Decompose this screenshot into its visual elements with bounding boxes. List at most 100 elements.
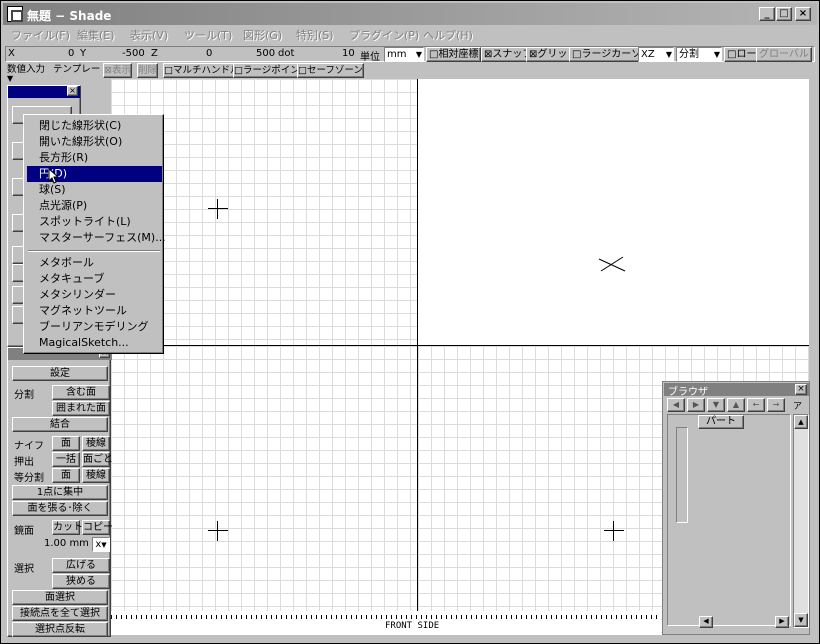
unit-select[interactable]: mm ▼ [384, 47, 424, 62]
menu-item-open-line[interactable]: 開いた線形状(O) [27, 134, 162, 150]
global-label: グローバル [759, 49, 809, 60]
scroll-left-icon[interactable]: ◀ [699, 616, 713, 628]
menu-item-magnet-tool[interactable]: マグネットツール [27, 303, 162, 319]
global-toggle[interactable]: グローバル [756, 47, 812, 62]
title-bar[interactable]: 無題 − Shade _ □ × [3, 3, 817, 25]
safe-zone-toggle[interactable]: □セーフゾーン [297, 63, 364, 78]
menu-item-closed-line[interactable]: 閉じた線形状(C) [27, 118, 162, 134]
shrink-selection-button[interactable]: 狭める [52, 574, 110, 589]
extrude-all-button[interactable]: 一括 [52, 452, 80, 467]
scroll-down-icon[interactable]: ▼ [794, 613, 808, 627]
close-button[interactable]: × [795, 7, 811, 21]
unit-select-value: mm [387, 49, 407, 60]
menu-edit[interactable]: 編集(E) [77, 27, 115, 43]
menu-item-master-surface[interactable]: マスターサーフェス(M)... [27, 230, 166, 246]
contains-face-button[interactable]: 含む面 [52, 385, 110, 400]
tool-palette-title-bar[interactable]: × [8, 86, 80, 98]
mirror-cut-button[interactable]: カット [52, 520, 83, 535]
menu-plugin[interactable]: プラグイン(P) [349, 27, 419, 43]
menu-item-metaball[interactable]: メタボール [27, 255, 162, 271]
menu-item-boolean-modeling[interactable]: ブーリアンモデリング [27, 319, 162, 335]
collapse-point-button[interactable]: 1点に集中 [12, 485, 108, 500]
menu-item-sphere[interactable]: 球(S) [27, 182, 162, 198]
delete-button[interactable]: 削除 [137, 63, 159, 78]
relative-coords-toggle[interactable]: □相対座標 [426, 47, 482, 62]
enclosed-face-button[interactable]: 囲まれた面 [52, 401, 110, 416]
ruler-ticks [111, 615, 661, 619]
mirror-value[interactable]: 1.00 mm [44, 538, 89, 549]
browser-scrollbar[interactable]: ▲ ▼ [793, 414, 809, 628]
menu-shape[interactable]: 図形(G) [243, 27, 282, 43]
viewport-divider-vertical[interactable] [417, 79, 418, 635]
part-button[interactable]: パート [698, 415, 744, 429]
x-value[interactable]: 0 [68, 48, 74, 59]
scroll-up-icon[interactable]: ▲ [794, 415, 808, 429]
template-button[interactable]: テンプレート [53, 63, 110, 76]
relative-coords-label: 相対座標 [438, 49, 479, 60]
browser-tree[interactable]: パート [667, 414, 791, 626]
menu-item-rectangle[interactable]: 長方形(R) [27, 150, 162, 166]
create-shape-popup-menu: 閉じた線形状(C) 開いた線形状(O) 長方形(R) 円(D) 球(S) 点光源… [23, 114, 166, 354]
menu-item-magicalsketch[interactable]: MagicalSketch... [27, 335, 162, 351]
knife-face-button[interactable]: 面 [52, 436, 80, 451]
menu-view[interactable]: 表示(V) [130, 27, 168, 43]
y-value[interactable]: -500 [122, 48, 145, 59]
viewport-bottom-left[interactable] [111, 346, 417, 635]
size-unit: dot [278, 48, 295, 59]
browser-title: ブラウザ [668, 387, 708, 398]
multi-handle-toggle[interactable]: □マルチハンドル [163, 63, 241, 78]
invert-selection-button[interactable]: 選択点反転 [12, 622, 108, 637]
origin-cross-icon [208, 521, 228, 541]
expand-selection-button[interactable]: 広げる [52, 558, 110, 573]
arrow-left-icon[interactable]: ← [747, 398, 765, 412]
settings-button[interactable]: 設定 [12, 366, 108, 381]
chevron-down-icon: ▼ [101, 541, 107, 549]
select-label: 選択 [14, 564, 34, 575]
mirror-copy-button[interactable]: コピー [82, 520, 113, 535]
chevron-down-icon: ▼ [665, 50, 672, 59]
menu-special[interactable]: 特別(S) [296, 27, 334, 43]
knife-edge-button[interactable]: 稜線 [82, 436, 110, 451]
perspective-cross-icon [598, 256, 626, 272]
menu-tools[interactable]: ツール(T) [184, 27, 232, 43]
stretch-remove-face-button[interactable]: 面を張る･除く [12, 501, 108, 516]
close-icon[interactable]: × [67, 86, 78, 96]
plane-select[interactable]: XZ ▼ [638, 47, 674, 62]
browser-title-bar[interactable]: ブラウザ × [664, 383, 809, 398]
nav-down-icon[interactable]: ▼ [707, 398, 725, 412]
view-name-label: FRONT SIDE [385, 621, 440, 631]
equal-split-edge-button[interactable]: 稜線 [82, 468, 110, 483]
size-value[interactable]: 500 [256, 48, 275, 59]
select-all-connected-button[interactable]: 接続点を全て選択 [12, 606, 108, 621]
menu-item-metacube[interactable]: メタキューブ [27, 271, 162, 287]
equal-split-face-button[interactable]: 面 [52, 468, 80, 483]
maximize-button[interactable]: □ [776, 7, 792, 21]
nav-back-icon[interactable]: ◀ [667, 398, 685, 412]
browser-panel: ブラウザ × ◀ ▶ ▼ ▲ ← → アク パート ▲ ▼ ◀ ▶ [662, 381, 810, 635]
tree-guide [676, 427, 688, 523]
scroll-right-icon[interactable]: ▶ [775, 616, 789, 628]
menu-help[interactable]: ヘルプ(H) [423, 27, 473, 43]
join-button[interactable]: 結合 [12, 417, 108, 432]
z-value[interactable]: 0 [206, 48, 212, 59]
grid-value[interactable]: 10 [342, 48, 355, 59]
viewport-divider-horizontal[interactable] [111, 345, 809, 346]
menu-item-metacylinder[interactable]: メタシリンダー [27, 287, 162, 303]
nav-up-icon[interactable]: ▲ [727, 398, 745, 412]
viewport-top-right[interactable] [418, 79, 809, 345]
menu-item-spotlight[interactable]: スポットライト(L) [27, 214, 162, 230]
mirror-axis-select[interactable]: x▼ [92, 537, 110, 552]
chevron-down-icon: ▼ [415, 50, 422, 59]
show-toggle[interactable]: ⊠表示 [103, 63, 132, 78]
split-select[interactable]: 分割 ▼ [676, 47, 722, 62]
triangle-down-icon: ▼ [7, 74, 14, 83]
close-icon[interactable]: × [795, 384, 807, 395]
menu-file[interactable]: ファイル(F) [11, 27, 70, 43]
minimize-button[interactable]: _ [759, 7, 775, 21]
nav-forward-icon[interactable]: ▶ [687, 398, 705, 412]
menu-item-point-light[interactable]: 点光源(P) [27, 198, 162, 214]
extrude-per-face-button[interactable]: 面ごと [82, 452, 113, 467]
arrow-right-icon[interactable]: → [767, 398, 785, 412]
face-select-button[interactable]: 面選択 [12, 590, 108, 605]
origin-cross-icon [208, 199, 228, 219]
